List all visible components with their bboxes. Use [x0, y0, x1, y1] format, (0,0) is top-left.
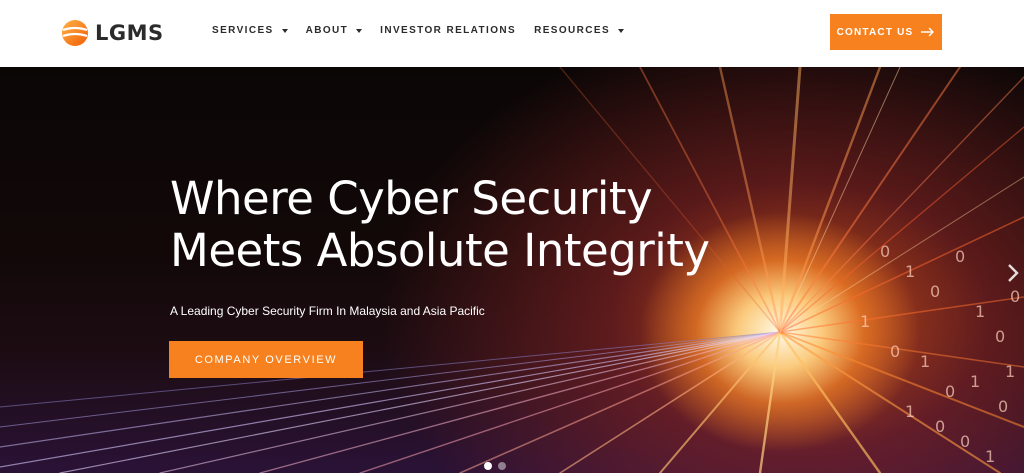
top-navbar: LGMS SERVICES ABOUT INVESTOR RELATIONS R… — [0, 0, 1024, 67]
brand-logo[interactable]: LGMS — [61, 18, 181, 48]
main-menu: SERVICES ABOUT INVESTOR RELATIONS RESOUR… — [212, 25, 642, 36]
hero-headline-line-2: Meets Absolute Integrity — [170, 224, 710, 277]
chevron-down-icon — [356, 28, 363, 33]
svg-text:1: 1 — [970, 372, 980, 391]
nav-item-label: RESOURCES — [534, 25, 611, 36]
chevron-down-icon — [281, 28, 288, 33]
svg-text:1: 1 — [1005, 362, 1015, 381]
nav-item-resources[interactable]: RESOURCES — [534, 25, 625, 36]
svg-text:0: 0 — [890, 342, 900, 361]
svg-text:0: 0 — [960, 432, 970, 451]
nav-item-services[interactable]: SERVICES — [212, 25, 288, 36]
contact-us-button[interactable]: CONTACT US — [830, 14, 942, 50]
svg-text:1: 1 — [975, 302, 985, 321]
svg-text:1: 1 — [920, 352, 930, 371]
svg-text:0: 0 — [880, 242, 890, 261]
nav-item-label: SERVICES — [212, 25, 274, 36]
slider-dot-1[interactable] — [484, 462, 492, 470]
svg-text:0: 0 — [998, 397, 1008, 416]
svg-text:0: 0 — [1010, 287, 1020, 306]
nav-item-label: INVESTOR RELATIONS — [380, 25, 517, 36]
hero-headline-line-1: Where Cyber Security — [170, 172, 653, 225]
lgms-sphere-logo-icon — [62, 20, 88, 46]
svg-text:0: 0 — [995, 327, 1005, 346]
hero-headline: Where Cyber Security Meets Absolute Inte… — [170, 173, 710, 277]
slider-pagination — [484, 462, 512, 470]
svg-text:1: 1 — [905, 402, 915, 421]
brand-name: LGMS — [95, 21, 164, 45]
nav-item-label: ABOUT — [305, 25, 349, 36]
svg-text:1: 1 — [905, 262, 915, 281]
svg-text:0: 0 — [935, 417, 945, 436]
company-overview-label: COMPANY OVERVIEW — [194, 353, 338, 366]
svg-text:0: 0 — [945, 382, 955, 401]
svg-text:1: 1 — [860, 312, 870, 331]
svg-text:1: 1 — [985, 447, 995, 466]
hero-subline: A Leading Cyber Security Firm In Malaysi… — [170, 304, 485, 318]
hero-slider: 010 010 101 010 100 110 Where Cyber Secu… — [0, 67, 1024, 473]
nav-item-investor-relations[interactable]: INVESTOR RELATIONS — [380, 25, 516, 36]
nav-item-about[interactable]: ABOUT — [306, 25, 363, 36]
svg-text:0: 0 — [930, 282, 940, 301]
contact-us-label: CONTACT US — [836, 26, 914, 38]
arrow-right-icon — [921, 27, 935, 37]
slider-dot-2[interactable] — [498, 462, 506, 470]
chevron-down-icon — [618, 28, 625, 33]
svg-text:0: 0 — [955, 247, 965, 266]
company-overview-button[interactable]: COMPANY OVERVIEW — [169, 341, 363, 378]
chevron-right-icon[interactable] — [1006, 263, 1020, 283]
